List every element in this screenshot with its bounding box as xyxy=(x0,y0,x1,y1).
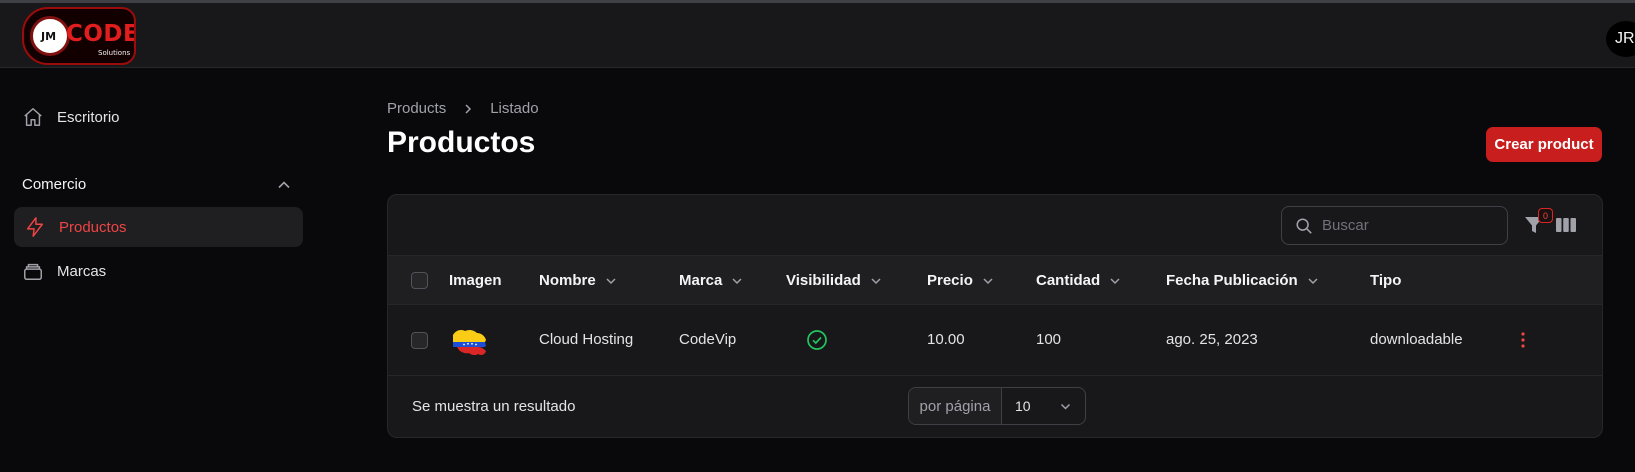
column-nombre[interactable]: Nombre xyxy=(539,272,617,289)
table-row[interactable]: Cloud Hosting CodeVip 10.00 100 ago. 25,… xyxy=(388,305,1602,376)
column-tipo: Tipo xyxy=(1370,272,1401,289)
column-label: Imagen xyxy=(449,272,502,289)
breadcrumb: Products Listado xyxy=(387,100,539,117)
chevron-right-icon xyxy=(465,103,472,114)
breadcrumb-products[interactable]: Products xyxy=(387,100,446,117)
cell-cantidad[interactable]: 100 xyxy=(1036,331,1061,348)
chevron-up-icon[interactable] xyxy=(277,178,291,192)
product-image[interactable] xyxy=(451,327,489,357)
chevron-down-icon xyxy=(983,277,993,284)
cell-tipo[interactable]: downloadable xyxy=(1370,331,1463,348)
per-page-dropdown[interactable]: 10 xyxy=(1002,388,1085,424)
column-label: Cantidad xyxy=(1036,272,1101,289)
filter-count-badge: 0 xyxy=(1538,208,1553,223)
page-title: Productos xyxy=(387,126,536,159)
logo-badge-text: JM xyxy=(41,30,57,43)
breadcrumb-listado: Listado xyxy=(490,100,539,117)
stack-icon xyxy=(24,263,42,280)
sidebar-item-marcas[interactable]: Marcas xyxy=(22,260,106,282)
column-label: Fecha Publicación xyxy=(1166,272,1298,289)
column-label: Marca xyxy=(679,272,723,289)
select-all-checkbox[interactable] xyxy=(411,272,428,289)
products-table-card: 0 Imagen Nombre Marca Visibilidad Precio… xyxy=(387,194,1603,438)
sidebar-item-label: Marcas xyxy=(57,262,107,280)
table-header: Imagen Nombre Marca Visibilidad Precio C… xyxy=(388,256,1602,305)
sidebar-item-label: Escritorio xyxy=(57,108,120,126)
column-cantidad[interactable]: Cantidad xyxy=(1036,272,1121,289)
table-footer: Se muestra un resultado por página 10 xyxy=(388,376,1602,437)
logo-badge: JM xyxy=(30,16,70,56)
sidebar-item-productos[interactable]: Productos xyxy=(14,207,303,247)
row-checkbox[interactable] xyxy=(411,332,428,349)
logo-text: CODE xyxy=(66,21,136,47)
chevron-down-icon xyxy=(1308,277,1318,284)
home-icon xyxy=(24,108,42,126)
column-label: Visibilidad xyxy=(786,272,861,289)
sidebar-item-label: Productos xyxy=(59,218,127,236)
chevron-down-icon xyxy=(1110,277,1120,284)
chevron-down-icon xyxy=(871,277,881,284)
bolt-icon xyxy=(26,217,44,237)
search-input[interactable] xyxy=(1322,217,1502,234)
column-fecha-publicacion[interactable]: Fecha Publicación xyxy=(1166,272,1319,289)
chevron-down-icon xyxy=(732,277,742,284)
sidebar-group-comercio[interactable]: Comercio xyxy=(22,176,86,193)
chevron-down-icon xyxy=(606,277,616,284)
column-visibilidad[interactable]: Visibilidad xyxy=(786,272,882,289)
columns-icon[interactable] xyxy=(1556,217,1576,233)
more-vertical-icon[interactable] xyxy=(1520,331,1526,349)
chevron-down-icon xyxy=(1060,403,1071,410)
per-page-label: por página xyxy=(909,388,1002,424)
user-avatar[interactable]: JR xyxy=(1606,21,1635,57)
per-page-value: 10 xyxy=(1015,398,1031,414)
per-page-select[interactable]: por página 10 xyxy=(908,387,1086,425)
column-precio[interactable]: Precio xyxy=(927,272,994,289)
cell-nombre[interactable]: Cloud Hosting xyxy=(539,331,633,348)
search-icon xyxy=(1296,217,1312,234)
column-label: Nombre xyxy=(539,272,596,289)
search-box[interactable] xyxy=(1281,206,1508,245)
cell-marca[interactable]: CodeVip xyxy=(679,331,736,348)
column-marca[interactable]: Marca xyxy=(679,272,743,289)
table-toolbar: 0 xyxy=(388,195,1602,256)
brand-logo[interactable]: JM CODE Solutions xyxy=(22,7,136,65)
top-bar: JM CODE Solutions JR xyxy=(0,3,1635,68)
column-label: Tipo xyxy=(1370,272,1402,289)
column-imagen: Imagen xyxy=(449,272,502,289)
sidebar-item-escritorio[interactable]: Escritorio xyxy=(22,106,120,128)
result-count-text: Se muestra un resultado xyxy=(412,398,576,415)
column-label: Precio xyxy=(927,272,973,289)
cell-fecha[interactable]: ago. 25, 2023 xyxy=(1166,331,1258,348)
cell-precio[interactable]: 10.00 xyxy=(927,331,965,348)
check-circle-icon xyxy=(807,330,827,350)
create-product-button[interactable]: Crear product xyxy=(1486,127,1602,162)
logo-subtext: Solutions xyxy=(98,49,131,57)
